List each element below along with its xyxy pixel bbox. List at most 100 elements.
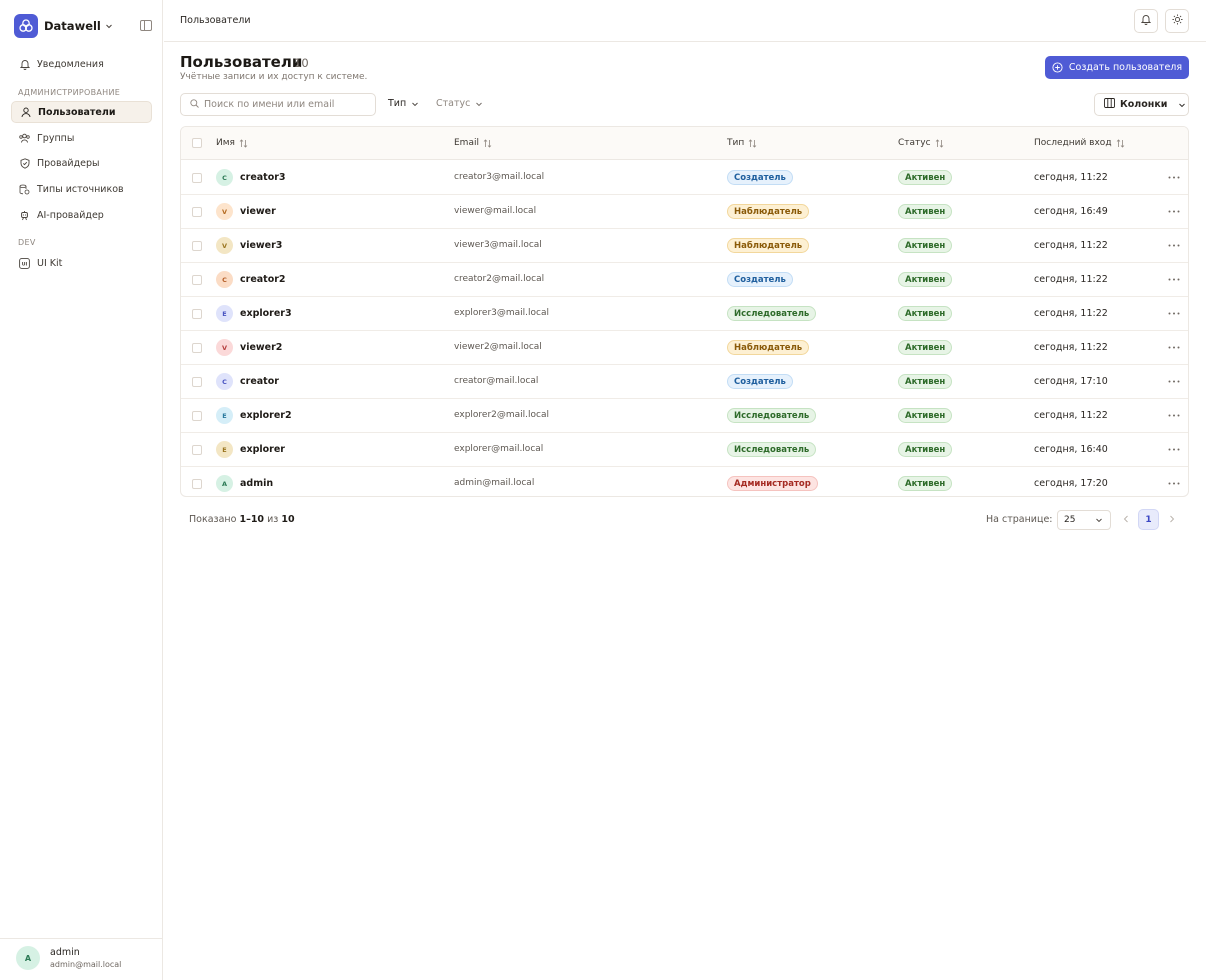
row-checkbox[interactable] [192,241,202,251]
table-row[interactable]: Vviewer3 viewer3@mail.local Наблюдатель Акт… [181,229,1188,263]
sidebar-item-groups[interactable]: Группы [11,127,152,149]
filter-type[interactable]: Тип [388,98,419,109]
user-email-cell: creator@mail.local [454,376,539,386]
type-badge: Администратор [727,476,818,491]
bell-icon [1140,14,1152,28]
shown-range: 1–10 [239,514,265,525]
row-checkbox[interactable] [192,207,202,217]
next-page-button[interactable] [1166,512,1178,528]
sidebar-item-label: Группы [37,132,75,144]
user-name-cell[interactable]: explorer2 [240,410,292,421]
row-checkbox[interactable] [192,343,202,353]
columns-button[interactable]: Колонки [1094,93,1189,116]
sidebar-collapse-icon[interactable] [140,19,152,31]
table-row[interactable]: Eexplorer3 explorer3@mail.local Исследоват… [181,297,1188,331]
user-name-cell[interactable]: creator2 [240,274,286,285]
user-name-cell[interactable]: creator [240,376,279,387]
table-row[interactable]: Ccreator2 creator2@mail.local Создатель Акт… [181,263,1188,297]
brand-name: Datawell [44,19,101,33]
table-row[interactable]: Vviewer2 viewer2@mail.local Наблюдатель Акт… [181,331,1188,365]
more-horizontal-icon[interactable] [1167,477,1181,489]
prev-page-button[interactable] [1120,512,1132,528]
sidebar-item-source-types[interactable]: Типы источников [11,178,152,200]
chevron-down-icon [411,100,419,108]
more-horizontal-icon[interactable] [1167,443,1181,455]
source-types-icon [19,184,30,195]
more-horizontal-icon[interactable] [1167,273,1181,285]
row-checkbox[interactable] [192,275,202,285]
row-checkbox[interactable] [192,411,202,421]
chevron-down-icon [1178,101,1186,109]
user-name: admin [50,947,80,958]
status-badge: Активен [898,408,953,423]
column-header-status[interactable]: Статус [898,138,944,148]
row-checkbox[interactable] [192,445,202,455]
column-header-name[interactable]: Имя [216,138,248,148]
user-name-cell[interactable]: admin [240,478,273,489]
per-page-select[interactable]: 25 [1057,510,1111,530]
sidebar-item-label: Типы источников [37,183,124,195]
column-header-last-login[interactable]: Последний вход [1034,138,1125,148]
column-header-type[interactable]: Тип [727,138,757,148]
more-horizontal-icon[interactable] [1167,341,1181,353]
search-field[interactable] [180,93,376,116]
more-horizontal-icon[interactable] [1167,171,1181,183]
table-row[interactable]: Ccreator3 creator3@mail.local Создатель Акт… [181,161,1188,195]
more-horizontal-icon[interactable] [1167,307,1181,319]
search-input[interactable] [204,99,364,110]
table-row[interactable]: Aadmin admin@mail.local Администратор Актив… [181,467,1188,496]
per-page-label: На странице: [986,514,1053,525]
more-horizontal-icon[interactable] [1167,409,1181,421]
notifications-button[interactable] [1134,9,1158,33]
sort-icon [483,138,492,148]
current-user-card[interactable]: A admin admin@mail.local [0,938,163,980]
row-checkbox[interactable] [192,309,202,319]
sidebar-item-label: Пользователи [38,106,116,118]
table-row[interactable]: Ccreator creator@mail.local Создатель Актив… [181,365,1188,399]
user-name-cell[interactable]: creator3 [240,172,286,183]
more-horizontal-icon[interactable] [1167,239,1181,251]
user-name-cell[interactable]: viewer2 [240,342,282,353]
filter-status-label: Статус [436,98,471,109]
per-page-value: 25 [1064,515,1076,525]
brand-switcher[interactable]: Datawell [14,14,113,38]
more-horizontal-icon[interactable] [1167,205,1181,217]
theme-toggle-button[interactable] [1165,9,1189,33]
sidebar-item-label: Уведомления [37,58,104,70]
table-row[interactable]: Eexplorer explorer@mail.local Исследовател… [181,433,1188,467]
user-email-cell: creator3@mail.local [454,172,545,182]
type-badge: Исследователь [727,442,817,457]
sidebar-item-ai-provider[interactable]: AI-провайдер [11,204,152,226]
page-button-current[interactable]: 1 [1138,509,1159,530]
more-horizontal-icon[interactable] [1167,375,1181,387]
row-checkbox[interactable] [192,377,202,387]
column-header-email[interactable]: Email [454,138,492,148]
status-badge: Активен [898,272,953,287]
chevron-down-icon [475,100,483,108]
user-name-cell[interactable]: viewer [240,206,276,217]
bell-icon [19,59,30,70]
select-all-checkbox[interactable] [192,138,202,148]
table-row[interactable]: Eexplorer2 explorer2@mail.local Исследоват… [181,399,1188,433]
sidebar-item-ui-kit[interactable]: UI UI Kit [11,252,152,274]
sidebar-item-users[interactable]: Пользователи [11,101,152,123]
create-user-button[interactable]: Создать пользователя [1045,56,1189,79]
type-badge: Создатель [727,170,793,185]
page-title: Пользователи [180,53,303,71]
row-checkbox[interactable] [192,479,202,489]
avatar: C [216,373,233,390]
type-badge: Создатель [727,272,793,287]
user-name-cell[interactable]: explorer [240,444,285,455]
sidebar-item-providers[interactable]: Провайдеры [11,152,152,174]
status-badge: Активен [898,476,953,491]
row-checkbox[interactable] [192,173,202,183]
sort-icon [239,138,248,148]
user-name-cell[interactable]: viewer3 [240,240,282,251]
shield-icon [19,157,30,169]
status-badge: Активен [898,442,953,457]
sidebar-item-notifications[interactable]: Уведомления [11,53,152,75]
user-name-cell[interactable]: explorer3 [240,308,292,319]
filter-status[interactable]: Статус [436,98,483,109]
table-row[interactable]: Vviewer viewer@mail.local Наблюдатель Актив… [181,195,1188,229]
avatar: V [216,203,233,220]
